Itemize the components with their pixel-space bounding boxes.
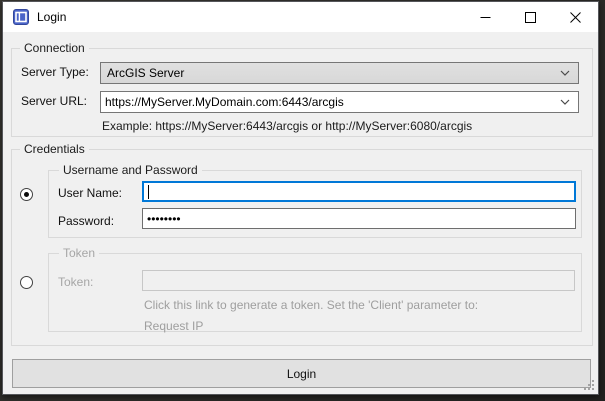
login-window: Login — [2, 1, 599, 395]
server-url-example-text: Example: https://MyServer:6443/arcgis or… — [102, 119, 472, 133]
password-field[interactable] — [142, 208, 576, 229]
server-url-input[interactable] — [101, 93, 560, 111]
credentials-group-label: Credentials — [20, 142, 89, 156]
token-hint-text: Click this link to generate a token. Set… — [144, 298, 478, 312]
minimize-button[interactable] — [463, 2, 508, 32]
minimize-icon — [480, 12, 491, 23]
window-controls — [463, 2, 598, 32]
server-type-select[interactable]: ArcGIS Server — [100, 62, 579, 84]
token-label: Token: — [58, 275, 93, 289]
server-type-value: ArcGIS Server — [107, 66, 184, 80]
titlebar[interactable]: Login — [3, 2, 598, 32]
password-label: Password: — [58, 214, 114, 228]
username-password-group-label: Username and Password — [59, 163, 202, 177]
close-icon — [570, 12, 581, 23]
username-label: User Name: — [58, 186, 122, 200]
form-window-icon — [13, 9, 29, 25]
login-button[interactable]: Login — [12, 359, 591, 388]
username-field[interactable] — [142, 181, 576, 202]
close-button[interactable] — [553, 2, 598, 32]
server-url-label: Server URL: — [21, 94, 87, 108]
chevron-down-icon — [560, 99, 570, 105]
resize-grip[interactable] — [584, 380, 595, 391]
token-field — [142, 270, 575, 291]
username-input[interactable] — [144, 184, 574, 201]
password-input[interactable] — [143, 209, 575, 228]
chevron-down-icon — [560, 70, 570, 76]
connection-group-label: Connection — [20, 41, 89, 55]
window-title: Login — [37, 10, 66, 24]
maximize-icon — [525, 12, 536, 23]
token-request-ip-link: Request IP — [144, 319, 203, 333]
server-type-label: Server Type: — [21, 65, 89, 79]
token-input — [143, 271, 574, 290]
server-url-combobox[interactable] — [100, 91, 579, 113]
username-password-radio[interactable] — [20, 188, 33, 201]
text-caret — [148, 185, 149, 199]
token-radio[interactable] — [20, 276, 33, 289]
desktop-background: Login — [0, 0, 605, 401]
maximize-button[interactable] — [508, 2, 553, 32]
token-groupbox: Token — [48, 253, 582, 332]
token-group-label: Token — [59, 246, 99, 260]
